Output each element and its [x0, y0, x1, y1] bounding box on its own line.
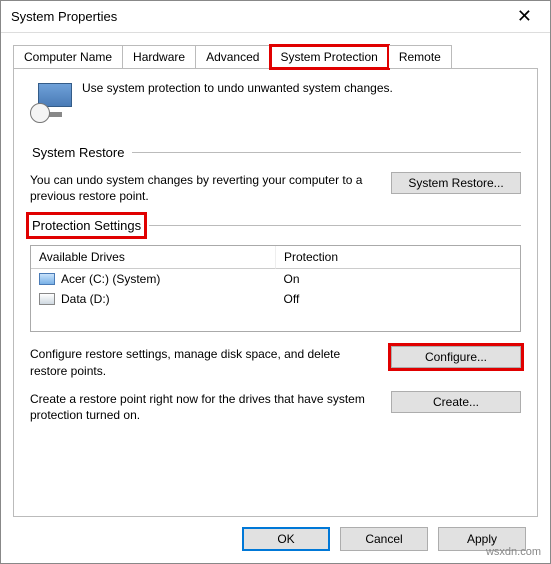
drive-row[interactable]: Acer (C:) (System) On	[31, 269, 520, 289]
watermark: wsxdn.com	[486, 546, 541, 558]
drive-status: On	[276, 270, 521, 288]
drives-list[interactable]: Available Drives Protection Acer (C:) (S…	[30, 245, 521, 332]
drives-header: Available Drives Protection	[31, 246, 520, 269]
tab-panel-system-protection: Use system protection to undo unwanted s…	[13, 69, 538, 517]
section-label: System Restore	[30, 143, 126, 162]
section-header-system-restore: System Restore	[30, 143, 521, 162]
tab-advanced[interactable]: Advanced	[196, 45, 270, 68]
tab-strip: Computer Name Hardware Advanced System P…	[13, 45, 538, 69]
system-protection-icon	[30, 81, 72, 123]
system-restore-desc: You can undo system changes by reverting…	[30, 172, 379, 204]
tab-computer-name[interactable]: Computer Name	[13, 45, 123, 68]
configure-button[interactable]: Configure...	[391, 346, 521, 368]
configure-row: Configure restore settings, manage disk …	[30, 346, 521, 378]
tab-system-protection[interactable]: System Protection	[270, 45, 388, 69]
intro-row: Use system protection to undo unwanted s…	[30, 81, 521, 123]
intro-text: Use system protection to undo unwanted s…	[82, 81, 393, 123]
drive-row[interactable]: Data (D:) Off	[31, 289, 520, 309]
cancel-button[interactable]: Cancel	[340, 527, 428, 551]
col-available-drives: Available Drives	[31, 246, 276, 269]
titlebar: System Properties ✕	[1, 1, 550, 33]
drive-icon	[39, 273, 55, 285]
close-icon[interactable]: ✕	[507, 4, 542, 29]
create-row: Create a restore point right now for the…	[30, 391, 521, 423]
drive-name: Data (D:)	[61, 292, 110, 306]
create-desc: Create a restore point right now for the…	[30, 391, 379, 423]
tab-hardware[interactable]: Hardware	[123, 45, 196, 68]
system-restore-row: You can undo system changes by reverting…	[30, 172, 521, 204]
drive-status: Off	[276, 290, 521, 308]
system-properties-window: System Properties ✕ Computer Name Hardwa…	[0, 0, 551, 564]
drive-icon	[39, 293, 55, 305]
ok-button[interactable]: OK	[242, 527, 330, 551]
window-title: System Properties	[11, 9, 117, 24]
tab-remote[interactable]: Remote	[389, 45, 452, 68]
system-restore-button[interactable]: System Restore...	[391, 172, 521, 194]
section-label: Protection Settings	[30, 216, 143, 235]
configure-desc: Configure restore settings, manage disk …	[30, 346, 379, 378]
drive-name: Acer (C:) (System)	[61, 272, 160, 286]
dialog-footer: OK Cancel Apply	[13, 517, 538, 563]
create-button[interactable]: Create...	[391, 391, 521, 413]
divider	[149, 225, 521, 226]
section-header-protection-settings: Protection Settings	[30, 216, 521, 235]
divider	[132, 152, 521, 153]
content-area: Computer Name Hardware Advanced System P…	[1, 33, 550, 563]
col-protection: Protection	[276, 246, 520, 269]
